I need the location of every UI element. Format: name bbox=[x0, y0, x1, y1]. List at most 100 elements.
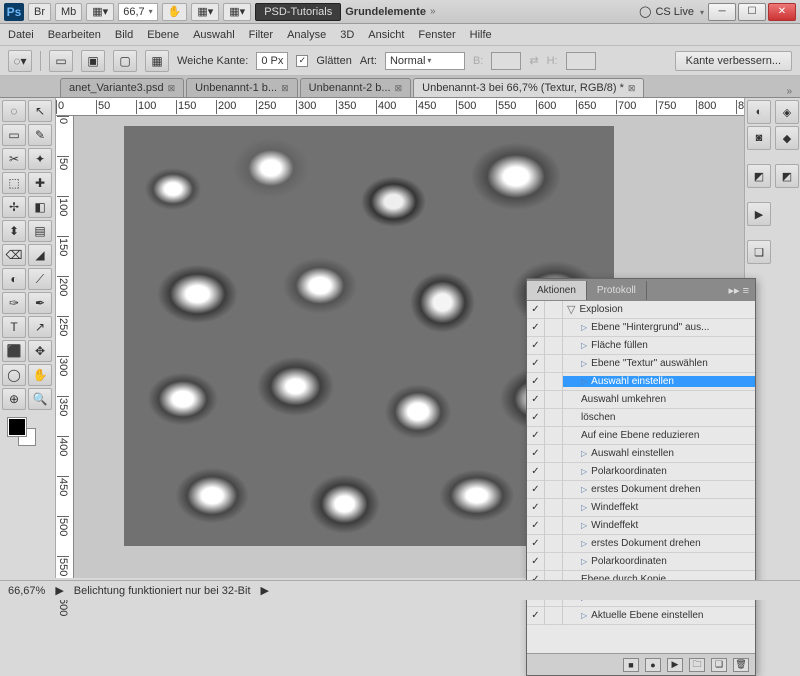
panel-layers-icon[interactable]: ❏ bbox=[747, 240, 771, 264]
document-tab[interactable]: Unbenannt-2 b...⊠ bbox=[300, 78, 412, 97]
tool-button[interactable]: ⬛ bbox=[2, 340, 26, 362]
arrange-button[interactable]: ▦▾ bbox=[191, 3, 219, 21]
marquee-int-icon[interactable]: ▦ bbox=[145, 50, 169, 72]
cslive-label[interactable]: CS Live bbox=[655, 6, 694, 18]
tab-protokoll[interactable]: Protokoll bbox=[587, 281, 647, 300]
menu-bild[interactable]: Bild bbox=[115, 29, 133, 41]
maximize-button[interactable]: ☐ bbox=[738, 3, 766, 21]
extras-button[interactable]: ▦▾ bbox=[223, 3, 251, 21]
tool-button[interactable]: ⬚ bbox=[2, 172, 26, 194]
status-zoom[interactable]: 66,67% bbox=[8, 585, 45, 597]
marquee-rect-icon[interactable]: ▭ bbox=[49, 50, 73, 72]
action-step[interactable]: löschen bbox=[563, 412, 755, 423]
tab-close-icon[interactable]: ⊠ bbox=[395, 83, 403, 94]
action-step[interactable]: ▷ Windeffekt bbox=[563, 520, 755, 531]
tool-button[interactable]: ✂ bbox=[2, 148, 26, 170]
menu-3d[interactable]: 3D bbox=[340, 29, 354, 41]
tool-button[interactable]: ↖ bbox=[28, 100, 52, 122]
action-step[interactable]: ▷ Ebene "Hintergrund" aus... bbox=[563, 322, 755, 333]
new-set-button[interactable]: 🗀 bbox=[689, 658, 705, 672]
zoom-select[interactable]: 66,7 bbox=[118, 3, 157, 21]
menu-auswahl[interactable]: Auswahl bbox=[193, 29, 235, 41]
panel-swatch-icon[interactable]: ◈ bbox=[775, 100, 799, 124]
style-select[interactable]: Normal bbox=[385, 52, 465, 70]
status-arrow-icon[interactable]: ▶ bbox=[55, 584, 63, 597]
actions-panel-menu-icon[interactable]: ▸▸ ≡ bbox=[722, 284, 755, 297]
panel-play-icon[interactable]: ▶ bbox=[747, 202, 771, 226]
action-step[interactable]: ▷ Windeffekt bbox=[563, 502, 755, 513]
menu-bearbeiten[interactable]: Bearbeiten bbox=[48, 29, 101, 41]
tool-button[interactable]: ◢ bbox=[28, 244, 52, 266]
record-button[interactable]: ● bbox=[645, 658, 661, 672]
tool-button[interactable]: ✦ bbox=[28, 148, 52, 170]
tool-button[interactable]: ✢ bbox=[2, 196, 26, 218]
action-step[interactable]: Auf eine Ebene reduzieren bbox=[563, 430, 755, 441]
tool-button[interactable]: ◧ bbox=[28, 196, 52, 218]
action-step[interactable]: ▷ Auswahl einstellen bbox=[563, 376, 755, 387]
tool-button[interactable]: ↗ bbox=[28, 316, 52, 338]
tabs-overflow-icon[interactable]: » bbox=[778, 86, 800, 97]
tool-button[interactable]: ✑ bbox=[2, 292, 26, 314]
delete-button[interactable]: 🗑 bbox=[733, 658, 749, 672]
action-step[interactable]: ▷ erstes Dokument drehen bbox=[563, 484, 755, 495]
tool-button[interactable]: ✥ bbox=[28, 340, 52, 362]
panel-color-icon[interactable]: ◐ bbox=[747, 100, 771, 124]
tab-aktionen[interactable]: Aktionen bbox=[527, 281, 587, 300]
panel-adjust-icon[interactable]: ◙ bbox=[747, 126, 771, 150]
action-step[interactable]: ▷ Ebene "Textur" auswählen bbox=[563, 358, 755, 369]
workspace-more-icon[interactable]: » bbox=[430, 6, 436, 17]
fg-color-swatch[interactable] bbox=[8, 418, 26, 436]
action-step[interactable]: ▷ Auswahl einstellen bbox=[563, 448, 755, 459]
panel-nav-icon[interactable]: ◩ bbox=[747, 164, 771, 188]
tab-close-icon[interactable]: ⊠ bbox=[628, 83, 636, 94]
action-step[interactable]: ▷ Polarkoordinaten bbox=[563, 466, 755, 477]
antialias-checkbox[interactable]: ✓ bbox=[296, 55, 308, 67]
tool-button[interactable]: ◌ bbox=[2, 100, 26, 122]
document-tab[interactable]: Unbenannt-1 b...⊠ bbox=[186, 78, 298, 97]
tool-button[interactable]: ◐ bbox=[2, 268, 26, 290]
tool-button[interactable]: ▭ bbox=[2, 124, 26, 146]
tool-button[interactable]: ⊕ bbox=[2, 388, 26, 410]
tool-button[interactable]: ◯ bbox=[2, 364, 26, 386]
active-tool-icon[interactable]: ◌▾ bbox=[8, 50, 32, 72]
menu-fenster[interactable]: Fenster bbox=[418, 29, 455, 41]
document-tab[interactable]: Unbenannt-3 bei 66,7% (Textur, RGB/8) *⊠ bbox=[413, 78, 644, 97]
tool-button[interactable]: 🔍 bbox=[28, 388, 52, 410]
marquee-sub-icon[interactable]: ▢ bbox=[113, 50, 137, 72]
tool-button[interactable]: ▤ bbox=[28, 220, 52, 242]
tool-button[interactable]: ⟋ bbox=[28, 268, 52, 290]
action-step[interactable]: ▷ Polarkoordinaten bbox=[563, 556, 755, 567]
hand-tool-button[interactable]: ✋ bbox=[162, 3, 188, 21]
menu-filter[interactable]: Filter bbox=[249, 29, 273, 41]
tool-button[interactable]: ✎ bbox=[28, 124, 52, 146]
action-step[interactable]: ▷ Fläche füllen bbox=[563, 340, 755, 351]
action-set[interactable]: ▽ Explosion bbox=[563, 303, 755, 316]
document-tab[interactable]: anet_Variante3.psd⊠ bbox=[60, 78, 184, 97]
menu-hilfe[interactable]: Hilfe bbox=[470, 29, 492, 41]
tool-button[interactable]: ⌫ bbox=[2, 244, 26, 266]
status-arrow2-icon[interactable]: ▶ bbox=[261, 584, 269, 597]
feather-field[interactable]: 0 Px bbox=[256, 52, 288, 70]
play-button[interactable]: ▶ bbox=[667, 658, 683, 672]
minibridge-button[interactable]: Mb bbox=[55, 3, 82, 21]
marquee-add-icon[interactable]: ▣ bbox=[81, 50, 105, 72]
psd-tutorials-badge[interactable]: PSD-Tutorials bbox=[255, 3, 341, 21]
action-step[interactable]: ▷ Aktuelle Ebene einstellen bbox=[563, 610, 755, 621]
menu-datei[interactable]: Datei bbox=[8, 29, 34, 41]
bridge-button[interactable]: Br bbox=[28, 3, 51, 21]
tool-button[interactable]: ⬍ bbox=[2, 220, 26, 242]
new-action-button[interactable]: ❏ bbox=[711, 658, 727, 672]
panel-char-icon[interactable]: ◩ bbox=[775, 164, 799, 188]
actions-list[interactable]: ✓▽ Explosion✓▷ Ebene "Hintergrund" aus..… bbox=[527, 301, 755, 653]
menu-analyse[interactable]: Analyse bbox=[287, 29, 326, 41]
menu-ansicht[interactable]: Ansicht bbox=[368, 29, 404, 41]
tool-button[interactable]: ✋ bbox=[28, 364, 52, 386]
tab-close-icon[interactable]: ⊠ bbox=[168, 83, 176, 94]
panel-styles-icon[interactable]: ◆ bbox=[775, 126, 799, 150]
cslive-icon[interactable]: ◯ bbox=[639, 5, 651, 18]
tool-button[interactable]: ✒ bbox=[28, 292, 52, 314]
stop-button[interactable]: ■ bbox=[623, 658, 639, 672]
menu-ebene[interactable]: Ebene bbox=[147, 29, 179, 41]
tab-close-icon[interactable]: ⊠ bbox=[281, 83, 289, 94]
workspace-label[interactable]: Grundelemente bbox=[345, 6, 426, 18]
